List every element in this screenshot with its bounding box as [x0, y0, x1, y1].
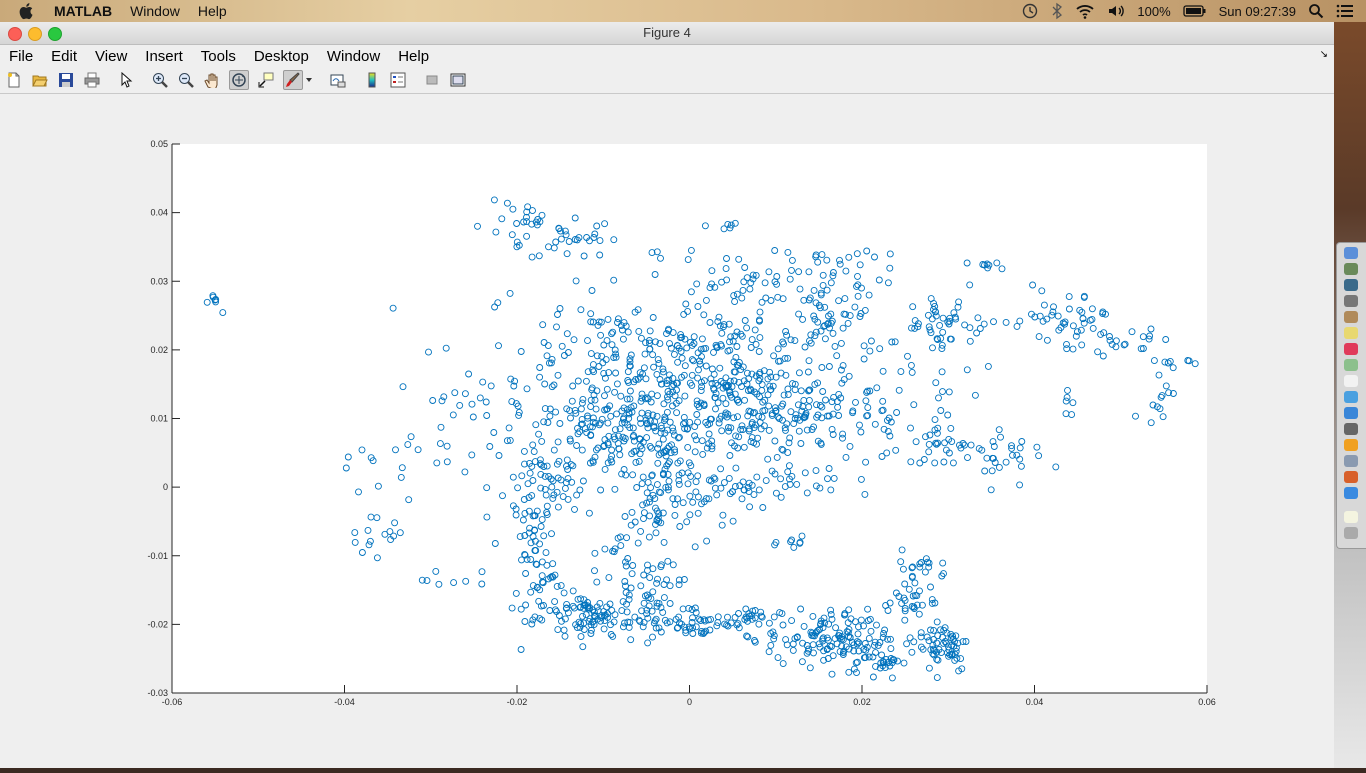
- dock-finder-icon[interactable]: [1344, 247, 1358, 259]
- pan-hand-icon[interactable]: [203, 71, 221, 89]
- menu-help[interactable]: Help: [389, 48, 438, 65]
- mac-menubar: MATLAB Window Help 100% Sun 09:27:39: [0, 0, 1366, 22]
- y-tick-label: 0.05: [150, 139, 168, 149]
- dock-contacts-icon[interactable]: [1344, 311, 1358, 323]
- menu-insert[interactable]: Insert: [136, 48, 192, 65]
- battery-percent: 100%: [1137, 3, 1171, 19]
- x-tick-label: 0.06: [1198, 697, 1216, 707]
- time-machine-icon[interactable]: [1021, 2, 1039, 20]
- x-tick-label: 0: [687, 697, 692, 707]
- figure-canvas: -0.06 -0.04 -0.02 0 0.02 0.04 0.06 -0.03 -0.02 -0…: [0, 116, 1334, 768]
- data-cursor-icon[interactable]: [257, 71, 275, 89]
- menubar-item-help[interactable]: Help: [198, 3, 227, 19]
- y-tick-label: 0.01: [150, 414, 168, 424]
- open-file-icon[interactable]: [31, 71, 49, 89]
- menu-file[interactable]: File: [0, 48, 42, 65]
- insert-legend-icon[interactable]: [389, 71, 407, 89]
- x-tick-label: 0.04: [1026, 697, 1044, 707]
- print-figure-icon[interactable]: [83, 71, 101, 89]
- bluetooth-icon[interactable]: [1051, 2, 1063, 20]
- close-window-button[interactable]: [8, 27, 22, 41]
- dock-itunes-icon[interactable]: [1344, 343, 1358, 355]
- brush-icon[interactable]: [283, 70, 303, 90]
- dock: [1336, 242, 1366, 549]
- insert-colorbar-icon[interactable]: [363, 71, 381, 89]
- y-tick-label: -0.02: [147, 619, 168, 629]
- menu-tools[interactable]: Tools: [192, 48, 245, 65]
- y-tick-label: 0.03: [150, 276, 168, 286]
- y-tick-label: 0.04: [150, 208, 168, 218]
- dock-safari-icon[interactable]: [1344, 407, 1358, 419]
- menu-window[interactable]: Window: [318, 48, 389, 65]
- figure-menubar: File Edit View Insert Tools Desktop Wind…: [0, 45, 1334, 67]
- zoom-window-button[interactable]: [48, 27, 62, 41]
- zoom-out-icon[interactable]: [177, 71, 195, 89]
- dock-app-icon[interactable]: [1344, 279, 1358, 291]
- dock-app4-icon[interactable]: [1344, 487, 1358, 499]
- window-title: Figure 4: [643, 25, 691, 40]
- wifi-icon[interactable]: [1075, 2, 1095, 20]
- show-plot-tools-icon[interactable]: [449, 71, 467, 89]
- dock-trash-icon[interactable]: [1344, 527, 1358, 539]
- menu-edit[interactable]: Edit: [42, 48, 86, 65]
- menubar-item-window[interactable]: Window: [130, 3, 180, 19]
- menu-desktop[interactable]: Desktop: [245, 48, 318, 65]
- hide-plot-tools-icon[interactable]: [423, 71, 441, 89]
- x-tick-label: -0.06: [162, 697, 183, 707]
- edit-plot-icon[interactable]: [117, 71, 135, 89]
- link-plot-icon[interactable]: [329, 71, 347, 89]
- dock-app3-icon[interactable]: [1344, 439, 1358, 451]
- volume-icon[interactable]: [1107, 2, 1125, 20]
- brush-dropdown-icon[interactable]: [305, 71, 313, 89]
- dock-photos-icon[interactable]: [1344, 263, 1358, 275]
- apple-icon[interactable]: [18, 2, 36, 20]
- x-tick-label: -0.04: [334, 697, 355, 707]
- dock-maps-icon[interactable]: [1344, 359, 1358, 371]
- figure-window: Figure 4 File Edit View Insert Tools Des…: [0, 22, 1334, 768]
- x-tick-label: -0.02: [507, 697, 528, 707]
- dock-calendar-icon[interactable]: [1344, 375, 1358, 387]
- scatter-chart[interactable]: -0.06 -0.04 -0.02 0 0.02 0.04 0.06 -0.03 -0.02 -0…: [0, 116, 1334, 768]
- x-tick-label: 0.02: [853, 697, 871, 707]
- y-tick-label: -0.01: [147, 551, 168, 561]
- dock-notes-icon[interactable]: [1344, 327, 1358, 339]
- notification-center-icon[interactable]: [1336, 3, 1354, 19]
- dock-matlab-icon[interactable]: [1344, 471, 1358, 483]
- zoom-in-icon[interactable]: [151, 71, 169, 89]
- minimize-window-button[interactable]: [28, 27, 42, 41]
- y-tick-label: 0.02: [150, 345, 168, 355]
- dock-app2-icon[interactable]: [1344, 423, 1358, 435]
- menubar-app-name[interactable]: MATLAB: [54, 3, 112, 19]
- y-tick-label: -0.03: [147, 688, 168, 698]
- spotlight-search-icon[interactable]: [1308, 3, 1324, 19]
- window-titlebar[interactable]: Figure 4: [0, 22, 1334, 45]
- dock-document-icon[interactable]: [1344, 511, 1358, 523]
- dock-launchpad-icon[interactable]: [1344, 295, 1358, 307]
- y-tick-label: 0: [163, 482, 168, 492]
- dock-messages-icon[interactable]: [1344, 391, 1358, 403]
- battery-icon[interactable]: [1182, 4, 1207, 18]
- dock-preview-icon[interactable]: [1344, 455, 1358, 467]
- save-figure-icon[interactable]: [57, 71, 75, 89]
- new-figure-icon[interactable]: [5, 71, 23, 89]
- menubar-clock[interactable]: Sun 09:27:39: [1219, 4, 1296, 19]
- menu-view[interactable]: View: [86, 48, 136, 65]
- menubar-status-area: 100% Sun 09:27:39: [1021, 0, 1366, 22]
- dock-figure-icon[interactable]: ↘: [1320, 49, 1328, 60]
- rotate-3d-icon[interactable]: [229, 70, 249, 90]
- figure-toolbar: [0, 67, 1334, 94]
